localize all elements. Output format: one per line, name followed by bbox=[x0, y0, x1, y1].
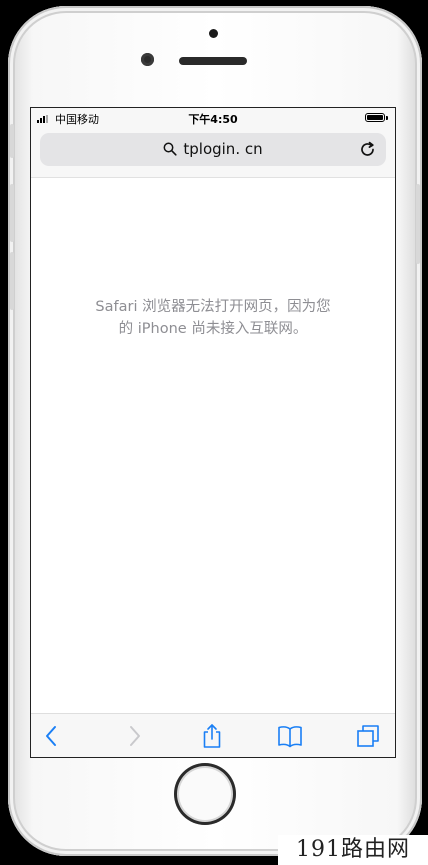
front-camera bbox=[141, 53, 154, 66]
volume-down-button bbox=[10, 252, 14, 310]
power-button bbox=[416, 184, 420, 264]
error-message-line1: Safari 浏览器无法打开网页，因为您 bbox=[95, 299, 331, 315]
safari-toolbar bbox=[31, 713, 395, 757]
home-button[interactable] bbox=[174, 763, 236, 825]
reload-icon[interactable] bbox=[358, 140, 378, 160]
back-icon[interactable] bbox=[39, 723, 65, 749]
tabs-icon[interactable] bbox=[355, 723, 381, 749]
search-icon bbox=[163, 142, 177, 156]
address-display[interactable]: tplogin. cn bbox=[40, 140, 386, 158]
address-bar[interactable]: tplogin. cn bbox=[40, 133, 386, 166]
screen: 中国移动 下午4:50 tplogin. cn Safari 浏览器无法打开网页… bbox=[30, 107, 396, 758]
page-content: Safari 浏览器无法打开网页，因为您 的 iPhone 尚未接入互联网。 bbox=[31, 178, 395, 713]
bookmarks-icon[interactable] bbox=[277, 723, 303, 749]
safari-nav-bar: tplogin. cn bbox=[31, 128, 395, 178]
watermark-text: 191路由网 bbox=[278, 835, 428, 865]
error-message: Safari 浏览器无法打开网页，因为您 的 iPhone 尚未接入互联网。 bbox=[31, 296, 395, 340]
forward-icon[interactable] bbox=[121, 723, 147, 749]
url-text: tplogin. cn bbox=[183, 140, 263, 158]
volume-up-button bbox=[10, 184, 14, 242]
battery-tip bbox=[386, 116, 388, 120]
error-message-line2: 的 iPhone 尚未接入互联网。 bbox=[118, 321, 308, 337]
earpiece-speaker bbox=[179, 57, 247, 65]
share-icon[interactable] bbox=[199, 723, 225, 749]
proximity-sensor bbox=[209, 29, 218, 38]
status-time: 下午4:50 bbox=[188, 113, 238, 126]
battery-icon bbox=[365, 113, 385, 122]
mute-switch bbox=[10, 124, 14, 158]
status-bar: 中国移动 下午4:50 bbox=[31, 108, 395, 128]
